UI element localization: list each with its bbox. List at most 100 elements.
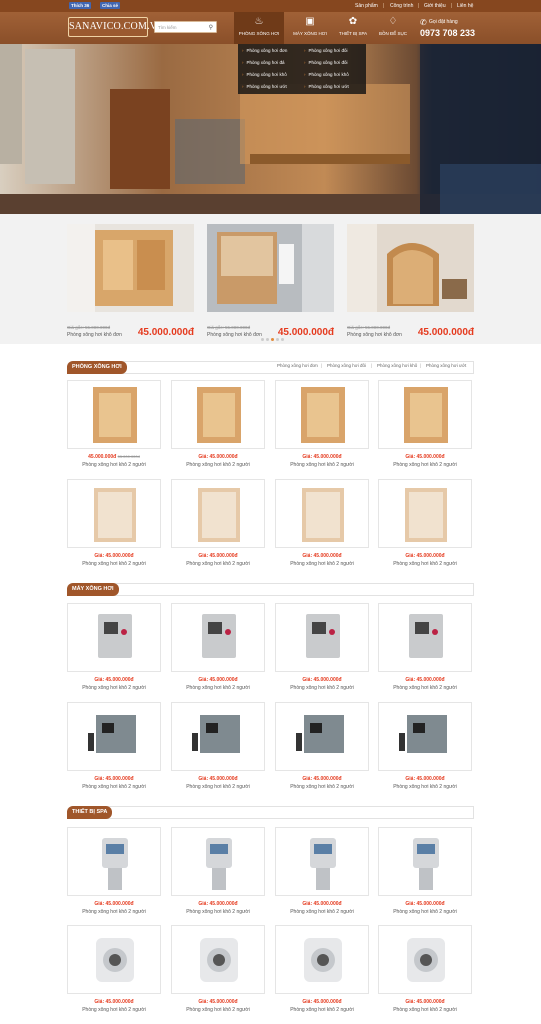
dropdown-item[interactable]: Phòng xông hơi ướt xyxy=(242,84,287,89)
dropdown-item[interactable]: Phòng xông hơi đơn xyxy=(242,48,288,53)
product-image[interactable] xyxy=(171,479,265,548)
facebook-like-button[interactable]: Thích 36 xyxy=(69,2,92,9)
product-name[interactable]: Phòng xông hơi khô 2 người xyxy=(378,462,472,468)
product-image[interactable] xyxy=(378,479,472,548)
product-card[interactable]: Giá: 45.000.000đ Phòng xông hơi khô 2 ngư… xyxy=(67,702,161,794)
product-card[interactable]: Giá: 45.000.000đ Phòng xông hơi khô 2 ngư… xyxy=(67,479,161,571)
product-card[interactable]: Giá: 45.000.000đ Phòng xông hơi khô 2 ngư… xyxy=(171,603,265,695)
top-link-contact[interactable]: Liên hệ xyxy=(457,3,473,9)
product-image[interactable] xyxy=(378,925,472,994)
product-card[interactable]: Giá: 45.000.000đ Phòng xông hơi khô 2 ngư… xyxy=(378,925,472,1017)
section-sublink[interactable]: Phòng xông hơi đơn xyxy=(277,363,318,368)
product-name[interactable]: Phòng xông hơi khô 2 người xyxy=(171,784,265,790)
product-card[interactable]: Giá: 45.000.000đ Phòng xông hơi khô 2 ngư… xyxy=(275,479,369,571)
product-image[interactable] xyxy=(67,224,194,312)
top-link-products[interactable]: Sản phẩm xyxy=(355,3,378,9)
product-card[interactable]: Giá: 45.000.000đ Phòng xông hơi khô 2 ngư… xyxy=(275,925,369,1017)
product-image[interactable] xyxy=(378,702,472,771)
facebook-share-button[interactable]: Chia sẻ xyxy=(100,2,121,9)
product-name[interactable]: Phòng xông hơi khô 2 người xyxy=(275,462,369,468)
product-name[interactable]: Phòng xông hơi khô đơn xyxy=(207,332,262,338)
product-card[interactable]: Giá: 45.000.000đ Phòng xông hơi khô 2 ngư… xyxy=(171,380,265,472)
product-image[interactable] xyxy=(67,702,161,771)
slider-dot[interactable] xyxy=(261,338,264,341)
product-name[interactable]: Phòng xông hơi khô 2 người xyxy=(275,1007,369,1013)
product-image[interactable] xyxy=(67,479,161,548)
nav-sauna-room[interactable]: ♨ PHÒNG XÔNG HƠI xyxy=(234,12,284,44)
product-image[interactable] xyxy=(378,603,472,672)
product-name[interactable]: Phòng xông hơi khô 2 người xyxy=(378,1007,472,1013)
section-sublink[interactable]: Phòng xông hơi đôi xyxy=(327,363,366,368)
product-name[interactable]: Phòng xông hơi khô 2 người xyxy=(67,561,161,567)
product-image[interactable] xyxy=(275,925,369,994)
product-name[interactable]: Phòng xông hơi khô 2 người xyxy=(67,1007,161,1013)
product-image[interactable] xyxy=(275,380,369,449)
product-name[interactable]: Phòng xông hơi khô 2 người xyxy=(275,784,369,790)
product-card[interactable]: Giá: 45.000.000đ Phòng xông hơi khô 2 ngư… xyxy=(171,702,265,794)
product-card[interactable]: Giá: 45.000.000đ Phòng xông hơi khô 2 ngư… xyxy=(275,702,369,794)
dropdown-item[interactable]: Phòng xông hơi ướt xyxy=(304,84,349,89)
product-card[interactable]: Giá: 45.000.000đ Phòng xông hơi khô 2 ngư… xyxy=(67,603,161,695)
product-name[interactable]: Phòng xông hơi khô 2 người xyxy=(171,685,265,691)
product-card[interactable]: Giá: 45.000.000đ Phòng xông hơi khô 2 ngư… xyxy=(171,925,265,1017)
product-name[interactable]: Phòng xông hơi khô 2 người xyxy=(275,909,369,915)
product-name[interactable]: Phòng xông hơi khô 2 người xyxy=(67,784,161,790)
section-title[interactable]: MÁY XÔNG HƠI xyxy=(67,583,119,596)
product-image[interactable] xyxy=(67,925,161,994)
product-image[interactable] xyxy=(378,380,472,449)
product-card[interactable]: Giá: 45.000.000đ Phòng xông hơi khô 2 ngư… xyxy=(378,603,472,695)
section-sublink[interactable]: Phòng xông hơi khô xyxy=(377,363,417,368)
product-image[interactable] xyxy=(347,224,474,312)
product-name[interactable]: Phòng xông hơi khô 2 người xyxy=(378,784,472,790)
slider-dot[interactable] xyxy=(266,338,269,341)
product-name[interactable]: Phòng xông hơi khô 2 người xyxy=(171,561,265,567)
product-name[interactable]: Phòng xông hơi khô 2 người xyxy=(67,462,161,468)
product-image[interactable] xyxy=(171,925,265,994)
product-image[interactable] xyxy=(171,380,265,449)
product-image[interactable] xyxy=(67,603,161,672)
product-image[interactable] xyxy=(275,603,369,672)
product-card[interactable]: Giá: 45.000.000đ Phòng xông hơi khô 2 ngư… xyxy=(67,827,161,919)
product-image[interactable] xyxy=(171,702,265,771)
product-image[interactable] xyxy=(275,827,369,896)
product-image[interactable] xyxy=(67,827,161,896)
product-image[interactable] xyxy=(275,702,369,771)
section-title[interactable]: PHÒNG XÔNG HƠI xyxy=(67,361,127,374)
product-image[interactable] xyxy=(275,479,369,548)
product-name[interactable]: Phòng xông hơi khô 2 người xyxy=(67,685,161,691)
product-card[interactable]: Giá: 45.000.000đ Phòng xông hơi khô 2 ngư… xyxy=(171,479,265,571)
product-name[interactable]: Phòng xông hơi khô 2 người xyxy=(275,685,369,691)
product-name[interactable]: Phòng xông hơi khô đơn xyxy=(347,332,402,338)
dropdown-item[interactable]: Phòng xông hơi đôi xyxy=(304,60,348,65)
product-image[interactable] xyxy=(171,827,265,896)
product-name[interactable]: Phòng xông hơi khô 2 người xyxy=(378,685,472,691)
product-card[interactable]: Giá: 45.000.000đ Phòng xông hơi khô 2 ngư… xyxy=(378,479,472,571)
product-name[interactable]: Phòng xông hơi khô 2 người xyxy=(171,1007,265,1013)
product-name[interactable]: Phòng xông hơi khô 2 người xyxy=(67,909,161,915)
section-title[interactable]: THIẾT BỊ SPA xyxy=(67,806,113,819)
nav-bathtub[interactable]: ♢ BỒN ĐỂ SỤC xyxy=(368,12,418,44)
slider-dot-active[interactable] xyxy=(271,338,274,341)
product-name[interactable]: Phòng xông hơi khô 2 người xyxy=(171,909,265,915)
product-name[interactable]: Phòng xông hơi khô 2 người xyxy=(275,561,369,567)
dropdown-item[interactable]: Phòng xông hơi khô xyxy=(304,72,349,77)
product-card[interactable]: Giá: 45.000.000đ Phòng xông hơi khô 2 ngư… xyxy=(378,827,472,919)
site-logo[interactable]: SANAVICO.COM.VN xyxy=(68,17,164,37)
slider-dot[interactable] xyxy=(276,338,279,341)
dropdown-item[interactable]: Phòng xông hơi đôi xyxy=(304,48,348,53)
product-card[interactable]: Giá: 45.000.000đ Phòng xông hơi khô 2 ngư… xyxy=(171,827,265,919)
dropdown-item[interactable]: Phòng xông hơi đá xyxy=(242,60,285,65)
section-sublink[interactable]: Phòng xông hơi ướt xyxy=(426,363,466,368)
product-name[interactable]: Phòng xông hơi khô đơn xyxy=(67,332,122,338)
dropdown-item[interactable]: Phòng xông hơi khô xyxy=(242,72,287,77)
search-input[interactable]: Tìm kiếm ⚲ xyxy=(154,21,217,33)
product-card[interactable]: Giá: 45.000.000đ Phòng xông hơi khô 2 ngư… xyxy=(275,380,369,472)
product-card[interactable]: Giá: 45.000.000đ Phòng xông hơi khô 2 ngư… xyxy=(275,603,369,695)
product-name[interactable]: Phòng xông hơi khô 2 người xyxy=(378,561,472,567)
product-card[interactable]: Giá: 45.000.000đ Phòng xông hơi khô 2 ngư… xyxy=(378,380,472,472)
product-card[interactable]: 45.000.000đ 55.000.000đ Phòng xông hơi kh… xyxy=(67,380,161,472)
product-image[interactable] xyxy=(67,380,161,449)
product-card[interactable]: Giá: 45.000.000đ Phòng xông hơi khô 2 ngư… xyxy=(275,827,369,919)
product-image[interactable] xyxy=(378,827,472,896)
product-image[interactable] xyxy=(171,603,265,672)
